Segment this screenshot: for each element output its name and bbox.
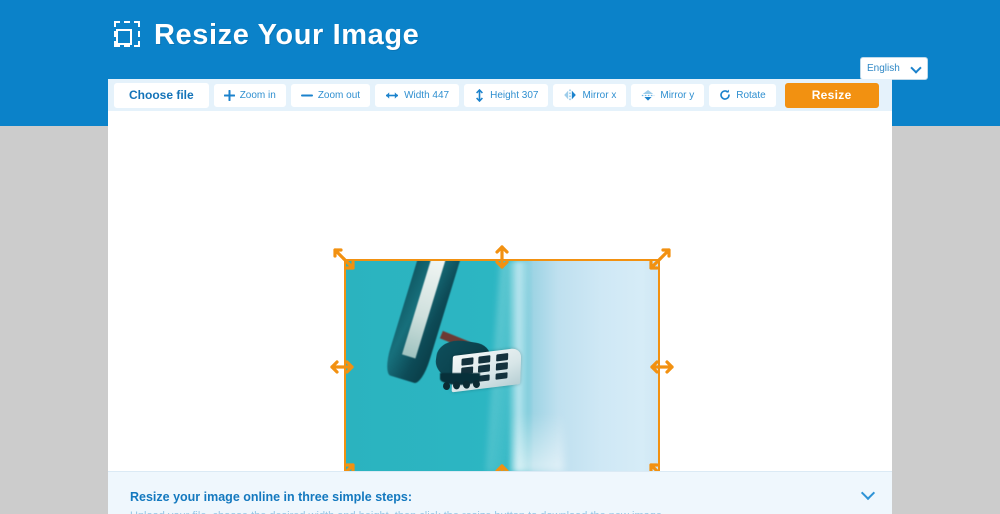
choose-file-button[interactable]: Choose file	[114, 82, 209, 108]
app-window: Resize Your Image English Choose file Zo…	[0, 0, 1000, 514]
mirror-y-label: Mirror y	[660, 89, 695, 101]
mirror-x-button[interactable]: Mirror x	[553, 83, 627, 107]
resize-button[interactable]: Resize	[784, 82, 879, 108]
info-heading: Resize your image online in three simple…	[130, 490, 413, 504]
uploaded-image	[346, 261, 658, 472]
zoom-in-button[interactable]: Zoom in	[213, 83, 286, 107]
resize-handle-middle-right[interactable]	[649, 354, 675, 380]
brand: Resize Your Image	[114, 19, 419, 52]
app-panel: Choose file Zoom in Zoom out Width 447 H…	[108, 79, 892, 514]
minus-icon	[300, 94, 313, 96]
crop-marquee-icon	[114, 20, 142, 51]
width-label: Width 447	[404, 89, 450, 101]
plus-icon	[223, 89, 235, 101]
arrows-horizontal-icon	[386, 91, 399, 99]
resize-handle-top-right[interactable]	[647, 246, 673, 272]
language-select[interactable]: English	[860, 57, 928, 80]
info-accordion[interactable]: Resize your image online in three simple…	[108, 471, 892, 514]
rotate-label: Rotate	[736, 89, 766, 101]
language-select-value: English	[867, 63, 900, 74]
resize-handle-top-left[interactable]	[331, 246, 357, 272]
info-body: Upload your file, choose the desired wid…	[130, 509, 870, 514]
rotate-button[interactable]: Rotate	[709, 83, 776, 107]
zoom-in-label: Zoom in	[239, 89, 276, 101]
arrows-vertical-icon	[476, 88, 484, 102]
page-title: Resize Your Image	[154, 19, 420, 51]
image-preview[interactable]	[344, 259, 660, 474]
resize-handle-top-center[interactable]	[489, 244, 515, 270]
resize-handle-middle-left[interactable]	[329, 354, 355, 380]
image-canvas[interactable]	[108, 111, 892, 488]
height-label: Height 307	[490, 89, 539, 101]
mirror-x-label: Mirror x	[582, 89, 617, 101]
zoom-out-label: Zoom out	[317, 89, 361, 101]
width-button[interactable]: Width 447	[375, 83, 460, 107]
height-button[interactable]: Height 307	[464, 83, 549, 107]
zoom-out-button[interactable]: Zoom out	[290, 83, 371, 107]
choose-file-label: Choose file	[129, 88, 194, 102]
resize-label: Resize	[811, 88, 852, 102]
toolbar: Choose file Zoom in Zoom out Width 447 H…	[108, 79, 892, 111]
rotate-icon	[720, 89, 731, 100]
chevron-down-icon[interactable]	[862, 487, 876, 501]
mirror-y-button[interactable]: Mirror y	[631, 83, 705, 107]
mirror-vertical-icon	[642, 89, 655, 101]
mirror-horizontal-icon	[564, 89, 577, 101]
image-selection[interactable]	[330, 245, 674, 488]
chevron-down-icon	[912, 64, 921, 73]
